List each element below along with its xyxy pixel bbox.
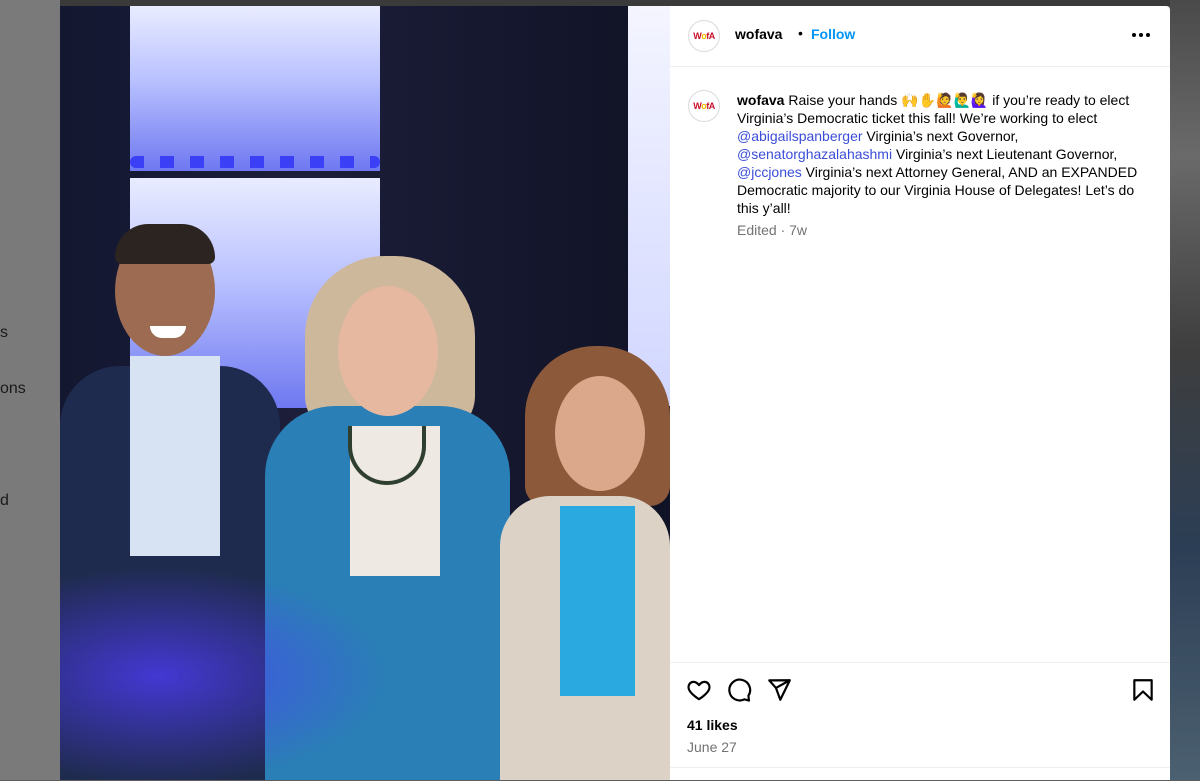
caption-text: Virginia’s next Governor, — [862, 128, 1019, 144]
mention-link[interactable]: @jccjones — [737, 164, 802, 180]
avatar-letter: fA — [706, 101, 715, 111]
post-actions: 41 likes June 27 — [670, 662, 1170, 781]
post-header: Wo fA wofava • Follow — [670, 6, 1170, 67]
edited-timestamp: Edited · 7w — [737, 222, 808, 238]
bookmark-icon[interactable] — [1130, 677, 1156, 703]
caption-text: Virginia’s next Lieutenant Governor, — [892, 146, 1118, 162]
author-avatar[interactable]: Wo fA — [688, 20, 720, 52]
photo-light-panel — [628, 6, 670, 406]
post-photo[interactable] — [60, 6, 670, 780]
avatar-letter: fA — [706, 31, 715, 41]
photo-stage-lights — [130, 156, 380, 168]
header-separator: • — [798, 25, 803, 41]
mention-link[interactable]: @senatorghazalahashmi — [737, 146, 892, 162]
caption-text: Raise your hands 🙌✋🙋🙋‍♂️🙋‍♀️ if you’re r… — [737, 92, 1130, 126]
likes-count[interactable]: 41 likes — [687, 717, 738, 733]
post-date: June 27 — [687, 739, 737, 755]
caption-username[interactable]: wofava — [737, 92, 784, 108]
background-right-column — [1170, 0, 1200, 780]
avatar-letter: W — [693, 31, 702, 41]
divider — [670, 767, 1170, 768]
background-text-fragment: ons — [0, 380, 26, 397]
background-text-fragment: s — [0, 324, 8, 341]
post-side-panel: Wo fA wofava • Follow Wo fA wofava Raise y… — [670, 6, 1170, 780]
background-text-fragment: d — [0, 492, 9, 509]
photo-blue-glare — [60, 566, 390, 780]
heart-icon[interactable] — [686, 677, 712, 703]
background-left-column: s ons d — [0, 0, 60, 780]
author-username[interactable]: wofava — [735, 26, 782, 42]
share-icon[interactable] — [766, 677, 792, 703]
post-modal: Wo fA wofava • Follow Wo fA wofava Raise y… — [60, 6, 1170, 780]
more-horizontal-icon[interactable] — [1128, 22, 1154, 48]
comment-icon[interactable] — [726, 677, 752, 703]
avatar-letter: W — [693, 101, 702, 111]
post-caption: wofava Raise your hands 🙌✋🙋🙋‍♂️🙋‍♀️ if y… — [737, 91, 1157, 217]
mention-link[interactable]: @abigailspanberger — [737, 128, 863, 144]
follow-button[interactable]: Follow — [811, 26, 855, 42]
caption-author-avatar[interactable]: Wo fA — [688, 90, 720, 122]
photo-light-panel — [130, 6, 380, 171]
